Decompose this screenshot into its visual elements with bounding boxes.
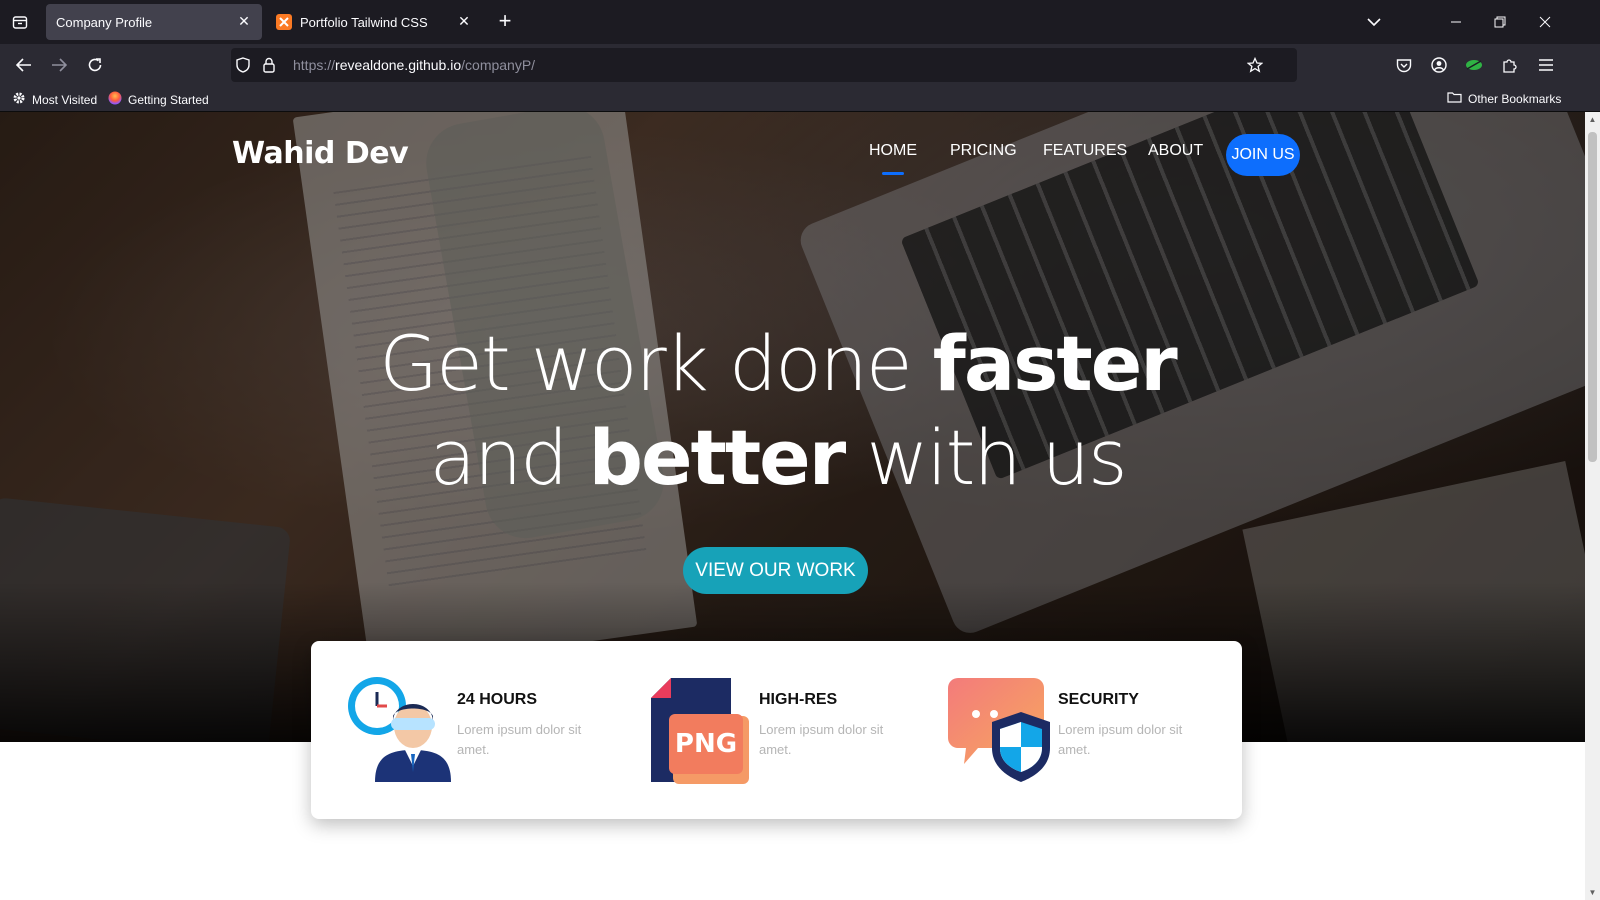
nav-pricing[interactable]: PRICING <box>950 142 1017 160</box>
reload-icon[interactable] <box>84 54 106 76</box>
feature-title: HIGH-RES <box>759 691 838 708</box>
feature-description: Lorem ipsum dolor sit amet. <box>759 722 884 757</box>
site-logo[interactable]: Wahid Dev <box>232 136 409 171</box>
restore-window-icon[interactable] <box>1490 12 1510 32</box>
support-clock-icon <box>347 676 453 782</box>
feature-title: SECURITY <box>1058 691 1139 708</box>
feature-title: 24 HOURS <box>457 691 538 708</box>
pocket-icon[interactable] <box>1393 54 1415 76</box>
scrollbar-thumb[interactable] <box>1588 132 1597 462</box>
tab-title: Company Profile <box>56 14 153 30</box>
features-card: 24 HOURS Lorem ipsum dolor sit amet. PNG… <box>311 641 1242 819</box>
minimize-window-icon[interactable] <box>1446 12 1466 32</box>
other-bookmarks[interactable]: Other Bookmarks <box>1447 91 1561 106</box>
close-tab-icon[interactable]: ✕ <box>456 13 472 30</box>
url-text[interactable]: https://revealdone.github.io/companyP/ <box>293 57 535 73</box>
scroll-up-arrow-icon[interactable]: ▲ <box>1585 112 1600 127</box>
back-arrow-icon[interactable] <box>13 54 35 76</box>
feature-24-hours: 24 HOURS Lorem ipsum dolor sit amet. <box>347 676 637 786</box>
bookmark-star-icon[interactable] <box>1245 55 1265 75</box>
view-our-work-button[interactable]: VIEW OUR WORK <box>683 547 868 594</box>
feature-description: Lorem ipsum dolor sit amet. <box>457 722 582 757</box>
tab-company-profile[interactable]: Company Profile ✕ <box>46 4 262 40</box>
page-viewport: Wahid Dev HOME PRICING FEATURES ABOUT JO… <box>0 112 1585 900</box>
feature-security: SECURITY Lorem ipsum dolor sit amet. <box>948 676 1238 786</box>
bookmarks-toolbar: Most Visited Getting Started Other Bookm… <box>0 86 1600 112</box>
bookmark-getting-started[interactable]: Getting Started <box>108 91 209 108</box>
close-window-icon[interactable] <box>1535 12 1555 32</box>
new-tab-button[interactable]: + <box>494 8 516 33</box>
extension-leaf-icon[interactable] <box>1463 54 1485 76</box>
security-shield-icon <box>948 678 1054 784</box>
address-bar[interactable]: https://revealdone.github.io/companyP/ <box>231 48 1297 82</box>
tab-strip: Company Profile ✕ Portfolio Tailwind CSS… <box>0 0 1600 44</box>
join-us-button[interactable]: JOIN US <box>1226 134 1300 176</box>
bookmark-most-visited[interactable]: Most Visited <box>12 91 97 108</box>
tracking-shield-icon[interactable] <box>233 55 253 75</box>
nav-about[interactable]: ABOUT <box>1148 142 1203 160</box>
hero-headline: Get work done faster and better with us <box>379 319 1177 502</box>
tab-portfolio[interactable]: Portfolio Tailwind CSS ✕ <box>266 4 482 40</box>
svg-text:PNG: PNG <box>675 729 737 759</box>
tab-overview-icon[interactable] <box>10 12 30 32</box>
close-tab-icon[interactable]: ✕ <box>236 13 252 30</box>
tab-title: Portfolio Tailwind CSS <box>300 14 428 30</box>
account-icon[interactable] <box>1428 54 1450 76</box>
nav-features[interactable]: FEATURES <box>1043 142 1127 160</box>
forward-arrow-icon[interactable] <box>48 54 70 76</box>
png-file-icon: PNG <box>651 678 751 784</box>
lock-icon[interactable] <box>259 55 279 75</box>
menu-hamburger-icon[interactable] <box>1535 54 1557 76</box>
scroll-down-arrow-icon[interactable]: ▼ <box>1585 885 1600 900</box>
page-scrollbar[interactable]: ▲ ▼ <box>1585 112 1600 900</box>
extensions-puzzle-icon[interactable] <box>1499 54 1521 76</box>
feature-high-res: PNG HIGH-RES Lorem ipsum dolor sit amet. <box>651 676 941 786</box>
feature-description: Lorem ipsum dolor sit amet. <box>1058 722 1183 757</box>
navigation-toolbar: https://revealdone.github.io/companyP/ <box>0 44 1600 86</box>
folder-icon <box>1447 91 1462 106</box>
list-all-tabs-icon[interactable] <box>1364 12 1384 32</box>
xampp-favicon-icon <box>276 14 292 30</box>
gear-icon <box>12 91 26 108</box>
nav-home[interactable]: HOME <box>869 142 917 175</box>
firefox-icon <box>108 91 122 108</box>
